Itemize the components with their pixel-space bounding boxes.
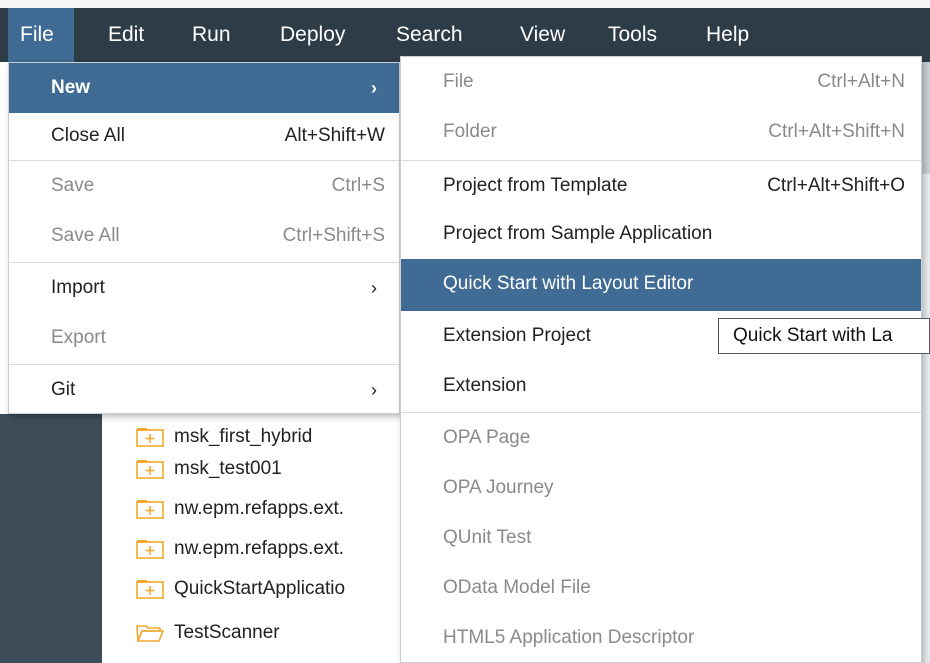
menu-item-label: Project from Sample Application [443,223,713,244]
folder-open-icon [136,625,164,642]
menu-item-close-all[interactable]: Close All Alt+Shift+W [9,111,399,161]
new-submenu: File Ctrl+Alt+N Folder Ctrl+Alt+Shift+N … [400,56,922,663]
tree-item[interactable]: msk_test001 [136,454,282,484]
window-top-border [0,0,930,8]
folder-plus-icon [136,460,164,479]
tree-item-label: nw.epm.refapps.ext. [174,498,345,519]
editor-edge-header [922,62,930,174]
menu-item-save[interactable]: Save Ctrl+S [9,161,399,211]
shortcut-label: Ctrl+Alt+N [817,71,905,92]
menu-item-label: Git [51,379,76,400]
menu-search[interactable]: Search [384,8,475,62]
menu-item-label: Save [51,175,95,196]
folder-plus-icon [136,580,164,599]
menu-item-import[interactable]: Import › [9,263,399,313]
tree-item-label: TestScanner [174,622,280,643]
tree-item[interactable]: QuickStartApplicatio [136,574,345,604]
submenu-item-extension[interactable]: Extension [401,361,921,411]
shortcut-label: Alt+Shift+W [284,125,385,146]
tree-item-label: msk_test001 [174,458,282,479]
shortcut-label: Ctrl+Alt+Shift+N [768,121,905,142]
menu-item-label: OData Model File [443,577,591,598]
tree-item-label: nw.epm.refapps.ext. [174,538,345,559]
submenu-item-file[interactable]: File Ctrl+Alt+N [401,57,921,107]
submenu-item-opa-journey[interactable]: OPA Journey [401,463,921,513]
menu-run[interactable]: Run [180,8,243,62]
menu-item-label: Extension [443,375,527,396]
tree-item[interactable]: TestScanner [136,618,280,648]
submenu-arrow-icon: › [371,278,377,298]
menu-item-git[interactable]: Git › [9,365,399,415]
menu-item-label: Close All [51,125,125,146]
menu-deploy[interactable]: Deploy [268,8,357,62]
workspace-tree: msk_first_hybrid msk_test001 nw.epm.refa… [102,414,400,663]
menu-help[interactable]: Help [694,8,761,62]
submenu-item-folder[interactable]: Folder Ctrl+Alt+Shift+N [401,107,921,157]
tree-item-label: QuickStartApplicatio [174,578,346,599]
shortcut-label: Ctrl+S [331,175,385,196]
tree-item-label: msk_first_hybrid [174,426,313,447]
submenu-arrow-icon: › [371,78,377,98]
menu-item-label: QUnit Test [443,527,532,548]
folder-plus-icon [136,428,164,447]
submenu-item-opa-page[interactable]: OPA Page [401,413,921,463]
menu-item-label: Export [51,327,106,348]
tooltip: Quick Start with La [718,318,930,354]
submenu-item-quick-start[interactable]: Quick Start with Layout Editor [401,259,921,311]
menu-item-label: OPA Journey [443,477,554,498]
menu-view[interactable]: View [508,8,577,62]
menu-file[interactable]: File [8,8,74,62]
menu-item-export[interactable]: Export [9,313,399,363]
menu-item-save-all[interactable]: Save All Ctrl+Shift+S [9,211,399,261]
tree-item[interactable]: msk_first_hybrid [136,422,312,452]
menu-bar: File Edit Run Deploy Search View Tools H… [0,0,930,62]
shortcut-label: Ctrl+Alt+Shift+O [767,175,905,196]
menu-edit[interactable]: Edit [96,8,156,62]
file-menu: New › Close All Alt+Shift+W Save Ctrl+S … [8,62,400,414]
shortcut-label: Ctrl+Shift+S [282,225,385,246]
submenu-arrow-icon: › [371,380,377,400]
side-panel [0,414,102,663]
folder-plus-icon [136,500,164,519]
menu-item-new[interactable]: New › [9,63,399,113]
tree-item[interactable]: nw.epm.refapps.ext. [136,534,344,564]
menu-item-label: Quick Start with Layout Editor [443,273,694,294]
menu-item-label: New [51,77,91,98]
menu-item-label: Folder [443,121,497,142]
submenu-item-project-from-sample[interactable]: Project from Sample Application [401,209,921,259]
menu-item-label: Project from Template [443,175,628,196]
menu-item-label: HTML5 Application Descriptor [443,627,695,648]
tree-item[interactable]: nw.epm.refapps.ext. [136,494,344,524]
submenu-item-project-from-template[interactable]: Project from Template Ctrl+Alt+Shift+O [401,161,921,211]
menu-item-label: File [443,71,474,92]
submenu-item-qunit-test[interactable]: QUnit Test [401,513,921,563]
submenu-item-html5-descriptor[interactable]: HTML5 Application Descriptor [401,613,921,663]
menu-item-label: Import [51,277,105,298]
menu-tools[interactable]: Tools [596,8,669,62]
submenu-item-odata-model[interactable]: OData Model File [401,563,921,613]
menu-item-label: Extension Project [443,325,591,346]
menu-item-label: OPA Page [443,427,531,448]
folder-plus-icon [136,540,164,559]
menu-item-label: Save All [51,225,120,246]
